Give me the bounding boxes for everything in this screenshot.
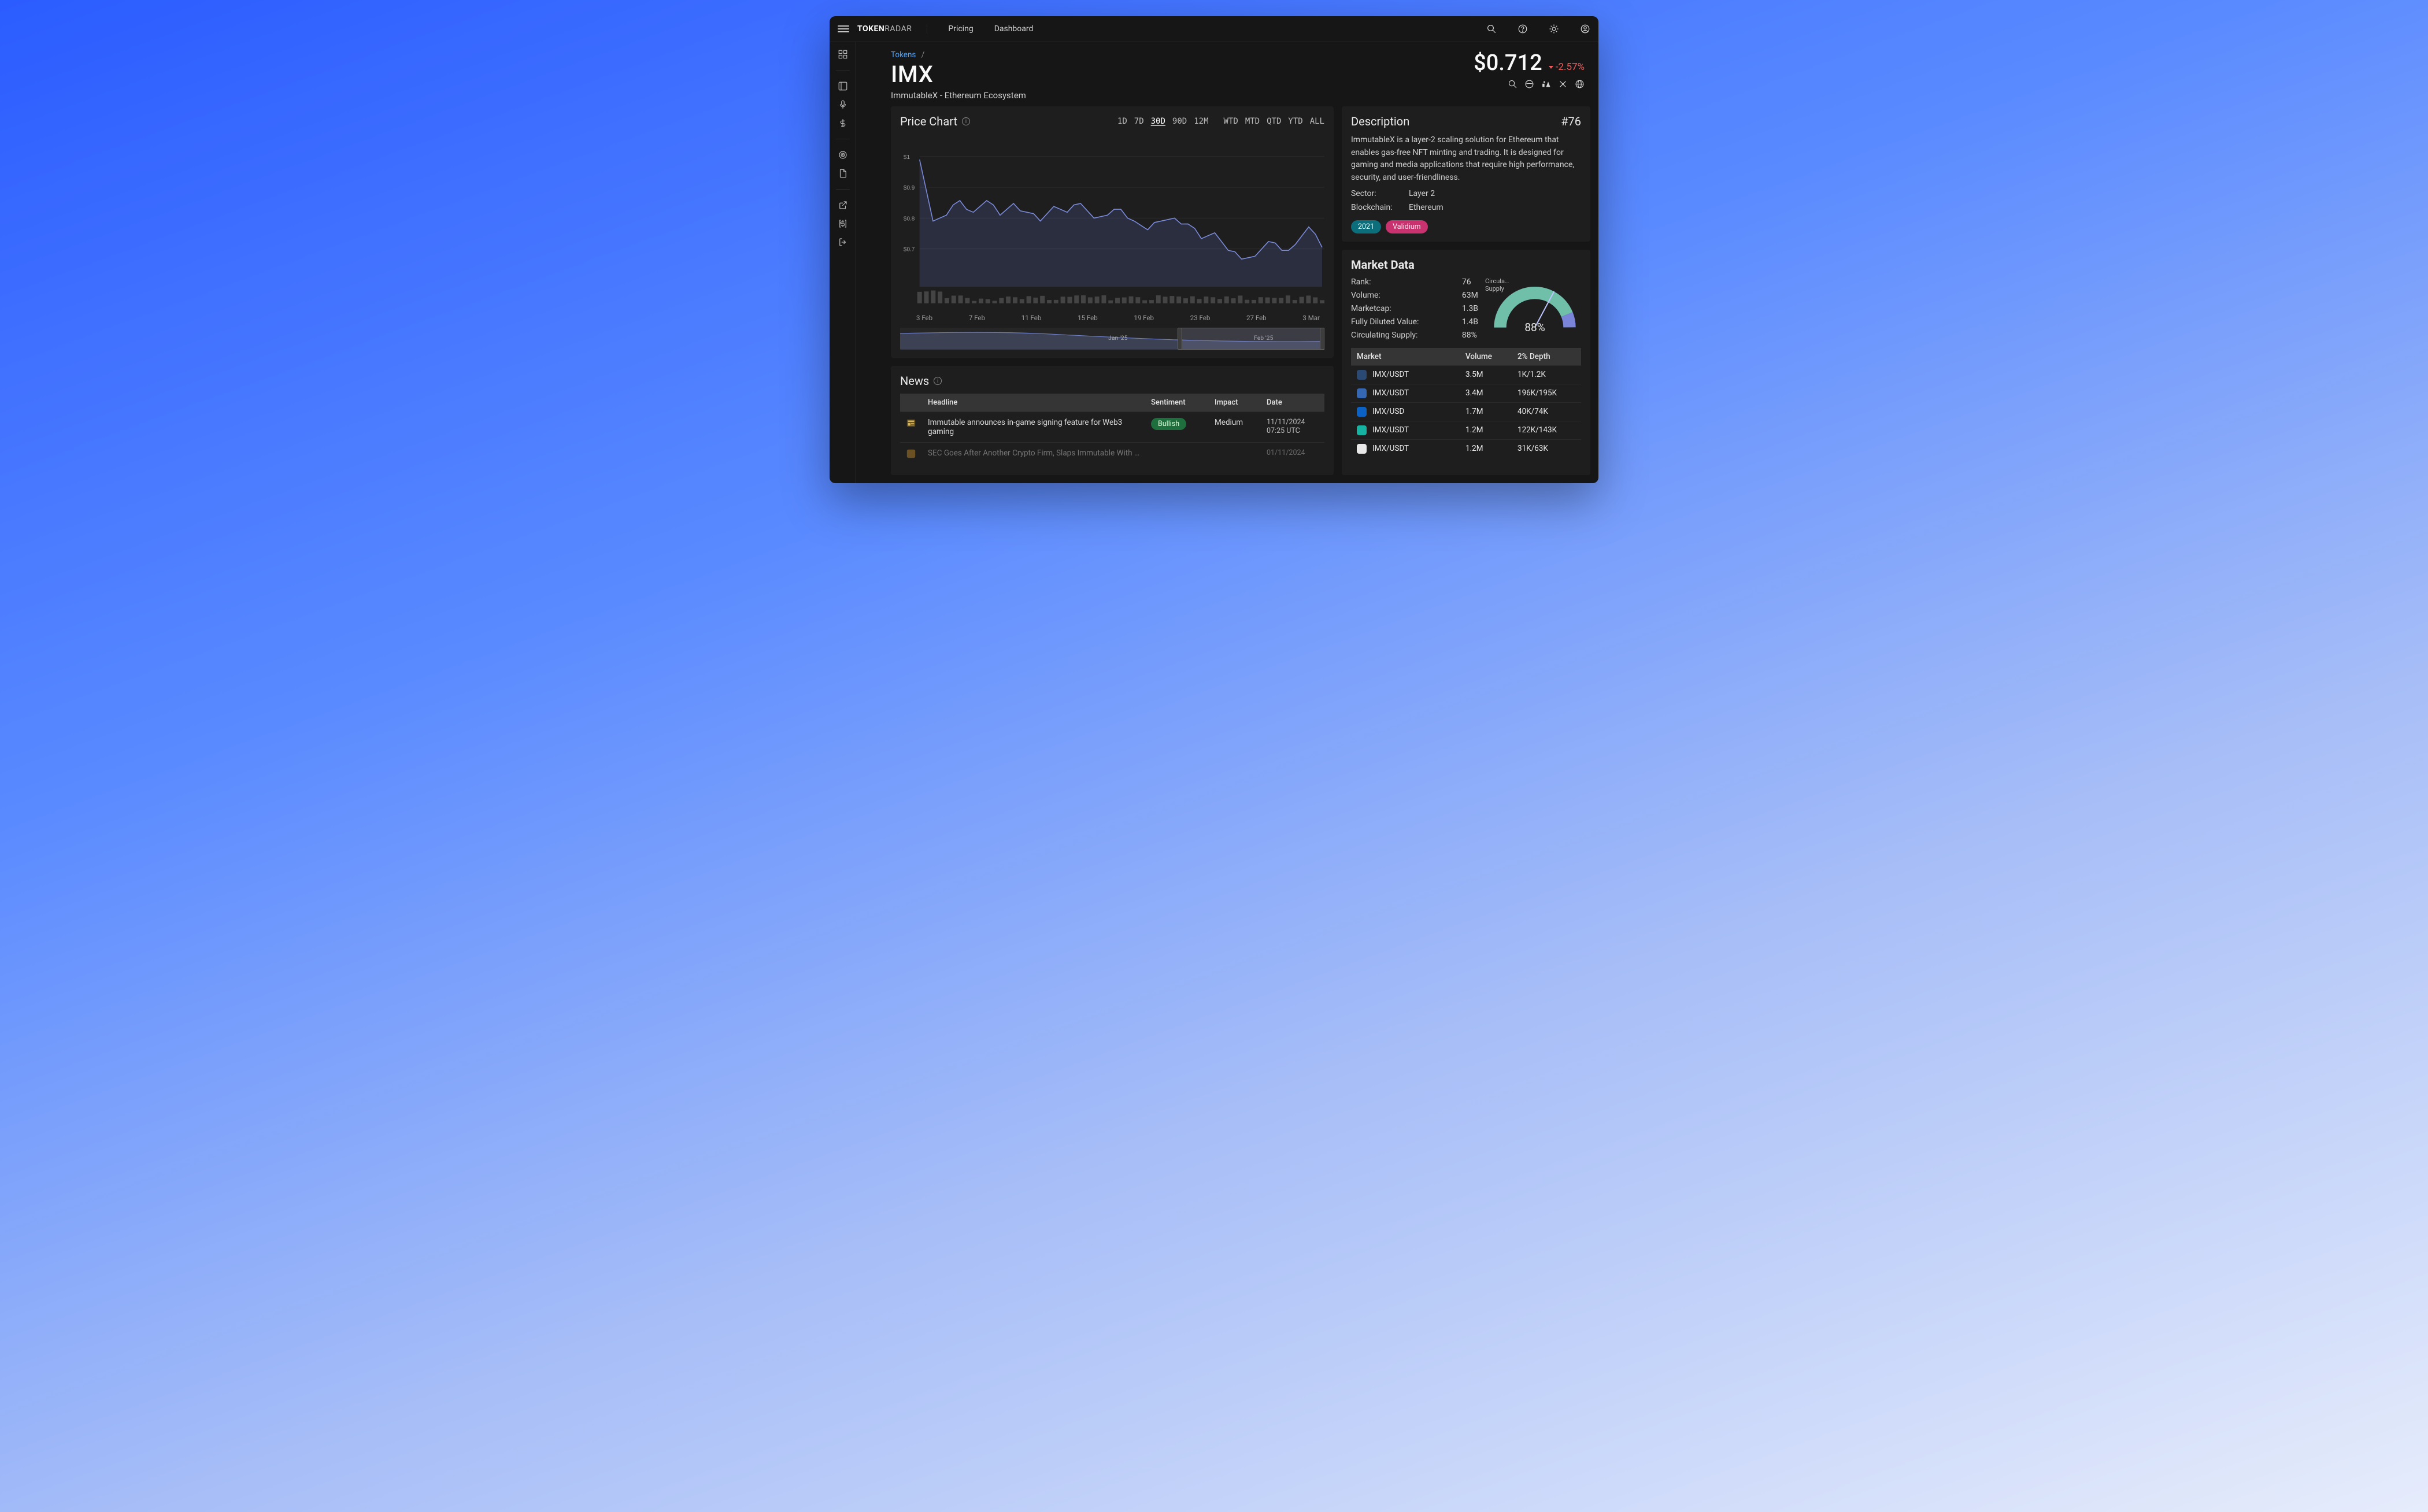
exchange-icon xyxy=(1357,407,1367,417)
chart-overview[interactable]: Jan '25 Feb '25 xyxy=(900,328,1324,350)
range-30D[interactable]: 30D xyxy=(1151,117,1165,126)
description-card: Description #76 ImmutableX is a layer-2 … xyxy=(1342,106,1590,242)
market-data-card: Market Data Rank:76Volume:63MMarketcap:1… xyxy=(1342,250,1590,475)
brand-logo[interactable]: TOKEN RADAR xyxy=(857,24,927,34)
nav-dashboard[interactable]: Dashboard xyxy=(994,24,1034,34)
range-QTD[interactable]: QTD xyxy=(1267,117,1281,126)
help-icon[interactable] xyxy=(1518,24,1528,34)
range-YTD[interactable]: YTD xyxy=(1288,117,1302,126)
tag-tech[interactable]: Validium xyxy=(1386,220,1428,234)
search-icon[interactable] xyxy=(1486,24,1497,34)
token-price: $0.712 xyxy=(1474,50,1542,76)
exchange-icon xyxy=(1357,444,1367,454)
rail-dollar-icon[interactable] xyxy=(838,118,848,128)
news-title: News xyxy=(900,374,929,388)
menu-icon[interactable] xyxy=(838,23,849,35)
head-search-icon[interactable] xyxy=(1508,79,1518,89)
range-1D[interactable]: 1D xyxy=(1117,117,1127,126)
rail-external-icon[interactable] xyxy=(838,200,848,210)
theme-icon[interactable] xyxy=(1549,24,1559,34)
news-table: Headline Sentiment Impact Date xyxy=(900,394,1324,467)
range-90D[interactable]: 90D xyxy=(1172,117,1187,126)
rail-brackets-icon[interactable] xyxy=(838,218,848,229)
chart-title: Price Chart xyxy=(900,114,957,128)
market-row[interactable]: IMX/USD1.7M40K/74K xyxy=(1351,402,1581,421)
news-row[interactable]: Immutable announces in-game signing feat… xyxy=(900,412,1324,443)
chart-x-labels: 3 Feb7 Feb11 Feb15 Feb19 Feb23 Feb27 Feb… xyxy=(900,310,1324,322)
desc-text: ImmutableX is a layer-2 scaling solution… xyxy=(1351,134,1581,184)
market-kv: Rank:76Volume:63MMarketcap:1.3BFully Dil… xyxy=(1351,277,1478,340)
news-source-icon xyxy=(906,449,916,459)
exchange-icon xyxy=(1357,370,1367,380)
token-change: -2.57% xyxy=(1548,61,1585,73)
svg-text:$0.9: $0.9 xyxy=(904,185,915,191)
market-row[interactable]: IMX/USDT3.5M1K/1.2K xyxy=(1351,365,1581,384)
rail-logout-icon[interactable] xyxy=(838,237,848,247)
market-row[interactable]: IMX/USDT3.4M196K/195K xyxy=(1351,384,1581,402)
breadcrumb-tokens[interactable]: Tokens xyxy=(891,50,916,60)
desc-title: Description xyxy=(1351,114,1409,128)
supply-gauge: Circula… Supply xyxy=(1489,277,1581,335)
rail-dashboard-icon[interactable] xyxy=(838,49,848,60)
x-twitter-icon[interactable] xyxy=(1558,79,1568,89)
news-card: News i Headline Sentiment Impact Date xyxy=(891,366,1334,475)
brand-part2: RADAR xyxy=(884,24,912,34)
tradingview-icon[interactable] xyxy=(1541,79,1551,89)
website-icon[interactable] xyxy=(1575,79,1585,89)
market-row[interactable]: IMX/USDT1.2M31K/63K xyxy=(1351,439,1581,458)
rail-explore-icon[interactable] xyxy=(838,81,848,91)
left-rail xyxy=(830,42,856,483)
head-globe2-icon[interactable] xyxy=(1524,79,1534,89)
range-12M[interactable]: 12M xyxy=(1194,117,1208,126)
chart-range-tabs: 1D 7D 30D 90D 12M WTD MTD QTD YTD ALL xyxy=(1117,117,1324,126)
price-chart-card: Price Chart i 1D 7D 30D 90D 12M WTD MTD QTD YTD A… xyxy=(891,106,1334,358)
breadcrumb-sep: / xyxy=(921,50,925,60)
sentiment-badge: Bullish xyxy=(1151,418,1186,430)
svg-text:$0.8: $0.8 xyxy=(904,216,915,222)
range-7D[interactable]: 7D xyxy=(1134,117,1144,126)
brand-part1: TOKEN xyxy=(857,24,884,34)
top-bar: TOKEN RADAR Pricing Dashboard xyxy=(830,16,1598,42)
range-ALL[interactable]: ALL xyxy=(1310,117,1324,126)
rail-target-icon[interactable] xyxy=(838,150,848,160)
nav-pricing[interactable]: Pricing xyxy=(948,24,973,34)
user-icon[interactable] xyxy=(1580,24,1590,34)
caret-down-icon xyxy=(1548,64,1554,70)
market-title: Market Data xyxy=(1351,258,1581,272)
svg-text:$0.7: $0.7 xyxy=(904,247,915,253)
market-table: Market Volume 2% Depth IMX/USDT3.5M1K/1.… xyxy=(1351,348,1581,458)
token-name: ImmutableX - Ethereum Ecosystem xyxy=(891,90,1474,101)
info-icon[interactable]: i xyxy=(934,377,942,385)
news-row[interactable]: SEC Goes After Another Crypto Firm, Slap… xyxy=(900,443,1324,468)
range-MTD[interactable]: MTD xyxy=(1245,117,1260,126)
rail-microphone-icon[interactable] xyxy=(838,99,848,110)
market-row[interactable]: IMX/USDT1.2M122K/143K xyxy=(1351,421,1581,439)
breadcrumb: Tokens / xyxy=(891,50,1474,60)
exchange-icon xyxy=(1357,388,1367,398)
info-icon[interactable]: i xyxy=(962,117,970,125)
exchange-icon xyxy=(1357,425,1367,435)
rail-document-icon[interactable] xyxy=(838,168,848,179)
svg-text:$1: $1 xyxy=(904,154,910,161)
price-chart[interactable]: $1 $0.9 $0.8 $0.7 xyxy=(900,133,1324,310)
range-WTD[interactable]: WTD xyxy=(1224,117,1238,126)
token-symbol: IMX xyxy=(891,61,1474,88)
desc-rank: #76 xyxy=(1561,114,1581,128)
news-source-icon xyxy=(906,418,916,428)
tag-year[interactable]: 2021 xyxy=(1351,220,1381,234)
